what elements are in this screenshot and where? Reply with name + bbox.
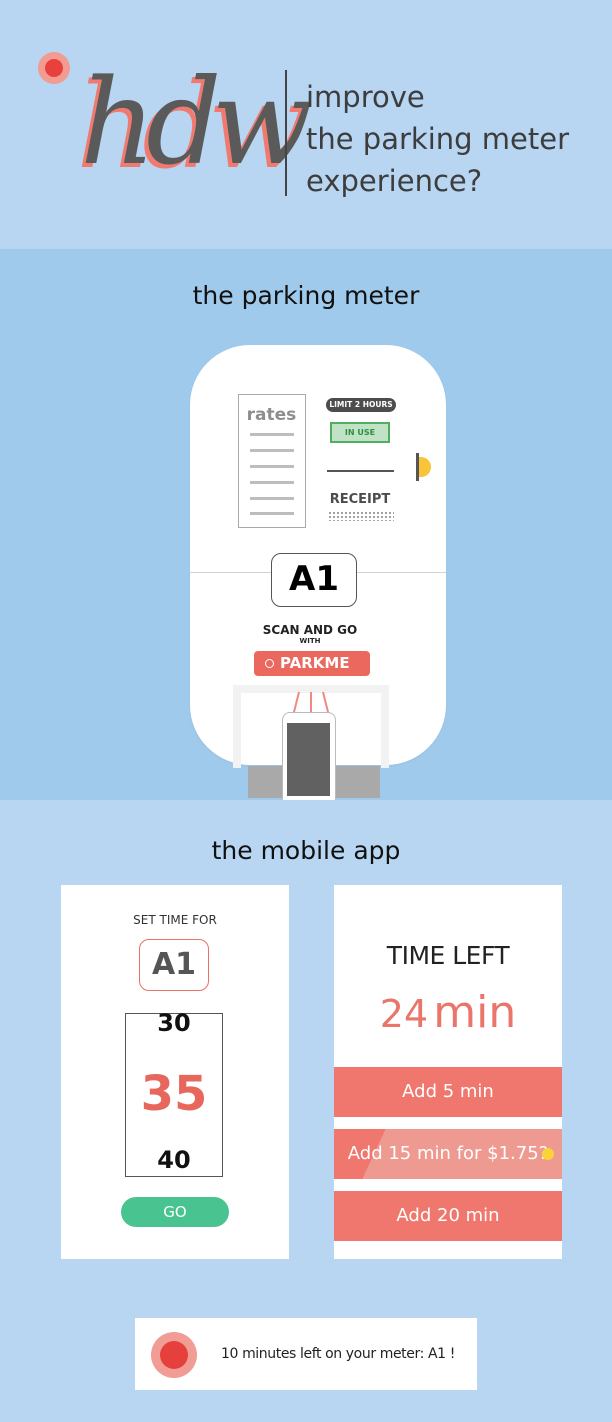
mobile-app-section: the mobile app SET TIME FOR A1 30 35 40 … bbox=[0, 800, 612, 1422]
parking-meter: rates LIMIT 2 HOURS IN USE RECEIPT A1 SC… bbox=[190, 345, 446, 812]
add-20-min-button[interactable]: Add 20 min bbox=[334, 1191, 562, 1241]
rates-line bbox=[250, 481, 294, 484]
time-picker[interactable]: 30 35 40 bbox=[125, 1009, 223, 1177]
rates-line bbox=[250, 512, 294, 515]
page-title: improve the parking meter experience? bbox=[306, 80, 569, 198]
limit-badge: LIMIT 2 HOURS bbox=[326, 398, 396, 412]
add-15-min-label: Add 15 min for $1.75? bbox=[347, 1143, 549, 1164]
time-left-unit: min bbox=[433, 987, 517, 1038]
section-title-mobile-app: the mobile app bbox=[211, 836, 401, 865]
promo-dot-icon bbox=[542, 1148, 554, 1160]
rates-line bbox=[250, 465, 294, 468]
rates-line bbox=[250, 433, 294, 436]
receipt-slot bbox=[327, 470, 394, 472]
picker-option-prev[interactable]: 30 bbox=[126, 1009, 222, 1037]
status-badge: IN USE bbox=[330, 422, 390, 443]
rates-panel: rates bbox=[238, 394, 306, 528]
header-divider bbox=[285, 70, 287, 196]
notification-text: 10 minutes left on your meter: A1 ! bbox=[221, 1346, 455, 1362]
alert-dot-icon bbox=[151, 1332, 197, 1378]
set-time-card: SET TIME FOR A1 30 35 40 GO bbox=[61, 885, 289, 1259]
phone-icon bbox=[282, 712, 336, 812]
app-space-id: A1 bbox=[139, 939, 209, 991]
coin-icon bbox=[419, 457, 431, 477]
picker-option-next[interactable]: 40 bbox=[126, 1146, 222, 1174]
receipt-label: RECEIPT bbox=[329, 492, 391, 507]
with-label: WITH bbox=[299, 637, 321, 645]
record-icon bbox=[265, 659, 274, 668]
time-left-number: 24 bbox=[379, 992, 429, 1036]
header: hdw improve the parking meter experience… bbox=[0, 0, 612, 249]
scan-label: SCAN AND GO bbox=[262, 623, 358, 637]
add-5-min-button[interactable]: Add 5 min bbox=[334, 1067, 562, 1117]
section-title-parking-meter: the parking meter bbox=[192, 281, 420, 310]
rates-label: rates bbox=[246, 405, 297, 425]
add-15-min-button[interactable]: Add 15 min for $1.75? bbox=[334, 1129, 562, 1179]
parkme-label: PARKME bbox=[280, 654, 350, 672]
logo-dot-icon bbox=[38, 52, 70, 84]
phone-screen bbox=[287, 723, 330, 796]
parkme-button[interactable]: PARKME bbox=[254, 651, 370, 676]
set-time-label: SET TIME FOR bbox=[133, 913, 217, 927]
space-id-display: A1 bbox=[271, 553, 357, 607]
time-left-card: TIME LEFT 24 min Add 5 min Add 15 min fo… bbox=[334, 885, 562, 1259]
picker-option-selected[interactable]: 35 bbox=[126, 1066, 222, 1122]
rates-line bbox=[250, 497, 294, 500]
parking-meter-section: the parking meter rates LIMIT 2 HOURS IN… bbox=[0, 249, 612, 812]
time-left-value: 24 min bbox=[334, 987, 562, 1038]
braille-dots bbox=[328, 511, 394, 521]
time-left-label: TIME LEFT bbox=[386, 941, 510, 970]
go-button[interactable]: GO bbox=[121, 1197, 229, 1227]
logo: hdw bbox=[80, 53, 313, 191]
notification[interactable]: 10 minutes left on your meter: A1 ! bbox=[135, 1318, 477, 1390]
rates-line bbox=[250, 449, 294, 452]
